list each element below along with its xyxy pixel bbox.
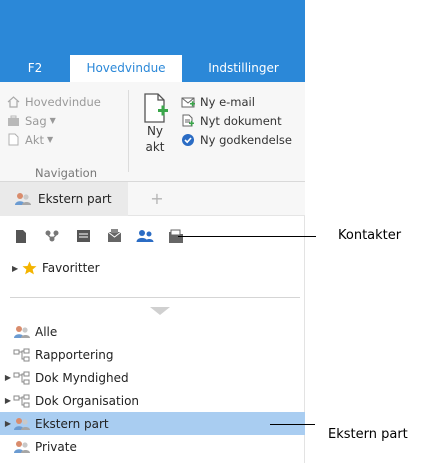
tree-item-ekstern-part[interactable]: ▶ Ekstern part [0,412,305,435]
tab-ekstern-part[interactable]: Ekstern part [0,182,128,216]
ribbon-body: Hovedvindue Sag ▼ Akt ▼ Navigation Ny ak… [0,82,305,182]
new-act-button[interactable]: Ny akt [133,92,177,168]
expand-arrow-icon[interactable]: ▶ [0,419,13,428]
ekstern-part-callout-line [270,424,315,425]
nav-hovedvindue-label: Hovedvindue [25,94,101,109]
tree-item-private[interactable]: Private [0,435,305,458]
approval-icon [180,133,196,147]
navigation-group-label: Navigation [34,166,98,180]
new-email-label: Ny e-mail [200,94,255,109]
document-icon[interactable] [12,227,30,245]
people-icon [13,417,31,431]
nav-hovedvindue-button[interactable]: Hovedvindue [6,92,126,111]
navigation-group: Hovedvindue Sag ▼ Akt ▼ Navigation [6,92,126,180]
home-icon [6,95,20,109]
new-act-label-line1: Ny [146,124,164,138]
new-email-button[interactable]: Ny e-mail [180,92,305,111]
tree-item-label: Alle [35,324,58,339]
document-tab-strip: Ekstern part + [0,182,305,216]
favorites-node[interactable]: ▶ Favoritter [12,261,100,275]
nav-sag-label: Sag [25,113,47,128]
nav-akt-label: Akt [25,132,45,147]
tree-item-rapportering[interactable]: Rapportering [0,343,305,366]
expand-arrow-icon[interactable]: ▶ [0,373,13,382]
email-icon[interactable] [105,227,123,245]
pane-divider [10,297,300,298]
contacts-icon[interactable] [136,227,154,245]
people-icon [13,440,31,454]
new-approval-label: Ny godkendelse [200,132,292,147]
people-icon [13,325,31,339]
new-document-icon [143,92,168,123]
new-document-button[interactable]: Nyt dokument [180,111,305,130]
tab-indstillinger[interactable]: Indstillinger [182,55,305,82]
ribbon-tabs: F2 Hovedvindue Indstillinger [0,55,305,82]
favorites-label: Favoritter [42,261,100,275]
ribbon-separator [128,90,129,172]
org-icon[interactable] [43,227,61,245]
hierarchy-icon [13,394,31,408]
collapse-arrow-icon[interactable] [150,307,170,315]
view-toolbar [12,226,198,246]
hierarchy-icon [13,348,31,362]
new-act-label-line2: akt [145,140,165,154]
new-approval-button[interactable]: Ny godkendelse [180,130,305,149]
tree-item-dok-myndighed[interactable]: ▶ Dok Myndighed [0,366,305,389]
tab-hovedvindue[interactable]: Hovedvindue [70,55,182,82]
tree-item-label: Dok Organisation [35,393,140,408]
list-icon[interactable] [74,227,92,245]
nav-akt-button[interactable]: Akt ▼ [6,130,126,149]
new-document-label: Nyt dokument [200,113,282,128]
kontakter-callout-line [178,236,316,237]
tab-ekstern-part-label: Ekstern part [38,192,112,206]
chevron-down-icon: ▼ [49,116,56,125]
ekstern-part-callout-label: Ekstern part [328,427,408,442]
tree-item-label: Ekstern part [35,416,109,431]
case-icon [6,114,20,128]
tree-item-label: Rapportering [35,347,114,362]
new-items-group: Ny e-mail Nyt dokument Ny godkendelse [180,92,305,149]
tab-f2[interactable]: F2 [0,55,70,82]
document-icon [6,133,20,147]
kontakter-callout-label: Kontakter [338,228,402,243]
tree-item-dok-organisation[interactable]: ▶ Dok Organisation [0,389,305,412]
new-email-icon [180,95,196,109]
chevron-down-icon: ▼ [47,135,54,144]
people-icon [14,192,32,206]
star-icon [22,261,38,275]
tree-item-label: Dok Myndighed [35,370,129,385]
nav-sag-button[interactable]: Sag ▼ [6,111,126,130]
tree-item-label: Private [35,439,77,454]
expand-arrow-icon[interactable]: ▶ [0,396,13,405]
new-document-icon [180,114,196,128]
tree-item-alle[interactable]: Alle [0,320,305,343]
expand-arrow-icon[interactable]: ▶ [12,264,22,273]
add-tab-button[interactable]: + [148,190,166,208]
hierarchy-icon [13,371,31,385]
app-window: F2 Hovedvindue Indstillinger Hovedvindue… [0,0,305,463]
